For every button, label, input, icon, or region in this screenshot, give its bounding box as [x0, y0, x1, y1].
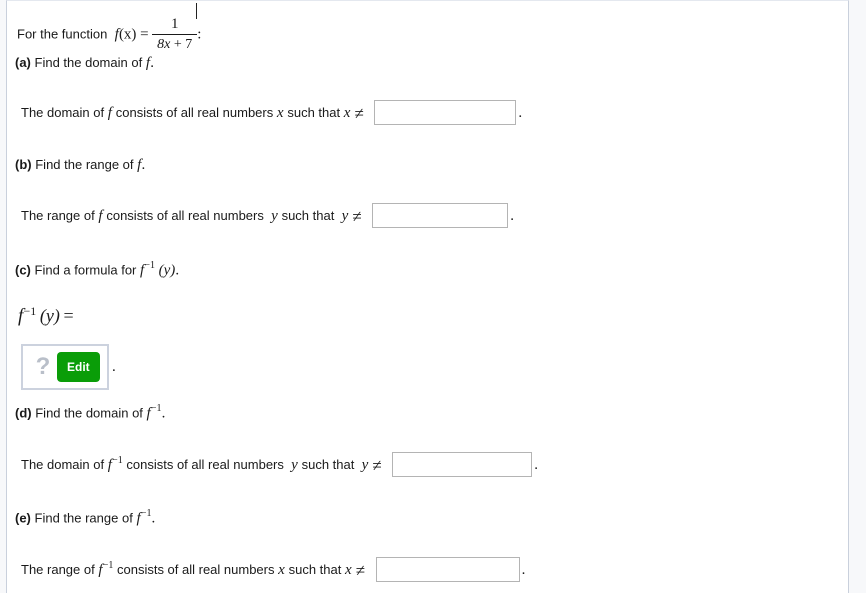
- part-e-statement-superscript: −1: [102, 559, 114, 571]
- part-e-statement-var2: x: [345, 561, 352, 578]
- part-d-prompt-text: Find the domain of: [35, 405, 143, 421]
- part-d-statement-before: The domain of: [21, 456, 105, 472]
- part-b-not-equal-sign: ≠: [352, 206, 362, 226]
- part-e-prompt: (e) Find the range of f−1.: [15, 508, 156, 527]
- part-a-answer-input[interactable]: [374, 100, 517, 125]
- part-a-not-equal-sign: ≠: [354, 103, 364, 123]
- part-e-statement-middle: consists of all real numbers: [116, 561, 275, 577]
- part-b-answer-input[interactable]: [372, 203, 509, 228]
- part-a-statement-var2: x: [343, 104, 351, 121]
- denominator-plus-sign: +: [173, 36, 182, 52]
- part-d-answer-input[interactable]: [392, 452, 533, 477]
- part-a-such-that: such that: [287, 104, 341, 120]
- fraction-denominator: 8x + 7: [152, 35, 197, 52]
- part-c-prompt: (c) Find a formula for f−1 (y).: [15, 260, 180, 279]
- part-a-prompt: (a) Find the domain of f.: [15, 56, 154, 71]
- part-c-prompt-period: .: [175, 262, 180, 279]
- intro-suffix-colon: :: [197, 26, 202, 43]
- part-a-statement-before: The domain of: [21, 104, 105, 120]
- part-c-prompt-superscript: −1: [144, 260, 156, 271]
- part-b-trailing-period: .: [510, 207, 514, 224]
- part-d-prompt: (d) Find the domain of f−1.: [15, 403, 166, 422]
- part-b-statement: The range of f consists of all real numb…: [21, 203, 514, 229]
- part-d-trailing-period: .: [534, 456, 539, 473]
- denominator-constant: 7: [185, 36, 193, 52]
- edit-button[interactable]: Edit: [57, 352, 100, 382]
- part-b-prompt-period: .: [141, 157, 146, 173]
- part-a-prompt-period: .: [150, 55, 154, 71]
- question-mark-icon: ?: [35, 353, 51, 380]
- part-d-statement-middle: consists of all real numbers: [126, 456, 284, 472]
- part-c-formula-superscript: −1: [23, 304, 37, 318]
- intro-prefix-text: For the function: [17, 26, 108, 42]
- part-c-label: (c): [15, 262, 31, 278]
- part-e-prompt-text: Find the range of: [34, 510, 133, 526]
- part-a-label: (a): [15, 55, 31, 70]
- function-argument: (x): [118, 26, 137, 43]
- problem-statement: For the function f(x) = 1 8x + 7:: [17, 16, 202, 53]
- part-b-statement-middle: consists of all real numbers: [106, 207, 264, 223]
- part-c-formula-equals: =: [63, 305, 74, 326]
- part-e-prompt-superscript: −1: [140, 508, 152, 519]
- part-b-prompt: (b) Find the range of f.: [15, 158, 145, 173]
- part-d-not-equal-sign: ≠: [372, 455, 382, 475]
- part-d-statement: The domain of f−1 consists of all real n…: [21, 452, 539, 478]
- part-e-not-equal-sign: ≠: [355, 560, 365, 580]
- equation-editor-widget[interactable]: ? Edit: [21, 344, 109, 390]
- part-e-answer-input[interactable]: [375, 557, 520, 582]
- part-e-statement-var: x: [278, 561, 285, 578]
- part-c-prompt-text: Find a formula for: [34, 262, 137, 278]
- part-e-statement: The range of f−1 consists of all real nu…: [21, 557, 526, 583]
- part-a-statement-var: x: [276, 104, 284, 121]
- part-d-statement-superscript: −1: [112, 454, 123, 466]
- part-e-label: (e): [15, 510, 31, 526]
- part-b-statement-var: y: [271, 207, 278, 224]
- fraction-numerator: 1: [170, 16, 179, 32]
- part-a-statement-middle: consists of all real numbers: [115, 104, 274, 120]
- part-d-such-that: such that: [301, 456, 355, 472]
- part-b-prompt-text: Find the range of: [35, 157, 134, 172]
- part-b-such-that: such that: [281, 207, 335, 223]
- part-d-prompt-period: .: [161, 405, 166, 422]
- part-d-label: (d): [15, 405, 32, 421]
- part-a-trailing-period: .: [518, 104, 523, 121]
- part-b-statement-before: The range of: [21, 207, 95, 223]
- content-pane: For the function f(x) = 1 8x + 7: (a) Fin…: [6, 0, 849, 593]
- part-e-statement-before: The range of: [21, 561, 95, 577]
- page-background: For the function f(x) = 1 8x + 7: (a) Fin…: [0, 0, 866, 593]
- part-a-statement: The domain of f consists of all real num…: [21, 100, 523, 126]
- part-d-prompt-superscript: −1: [150, 403, 162, 414]
- part-e-trailing-period: .: [521, 561, 526, 578]
- fraction: 1 8x + 7: [152, 16, 198, 52]
- part-d-statement-var: y: [291, 456, 298, 473]
- part-c-formula-argument: (y): [39, 305, 60, 326]
- part-c-inverse-formula-line: f−1 (y) =: [18, 304, 74, 326]
- part-c-trailing-period: .: [112, 359, 116, 375]
- part-e-prompt-period: .: [151, 510, 156, 527]
- part-e-such-that: such that: [288, 561, 342, 577]
- equals-sign: =: [140, 26, 149, 43]
- part-c-prompt-argument: (y): [158, 262, 176, 279]
- part-a-prompt-text: Find the domain of: [34, 55, 143, 70]
- part-b-label: (b): [15, 157, 32, 172]
